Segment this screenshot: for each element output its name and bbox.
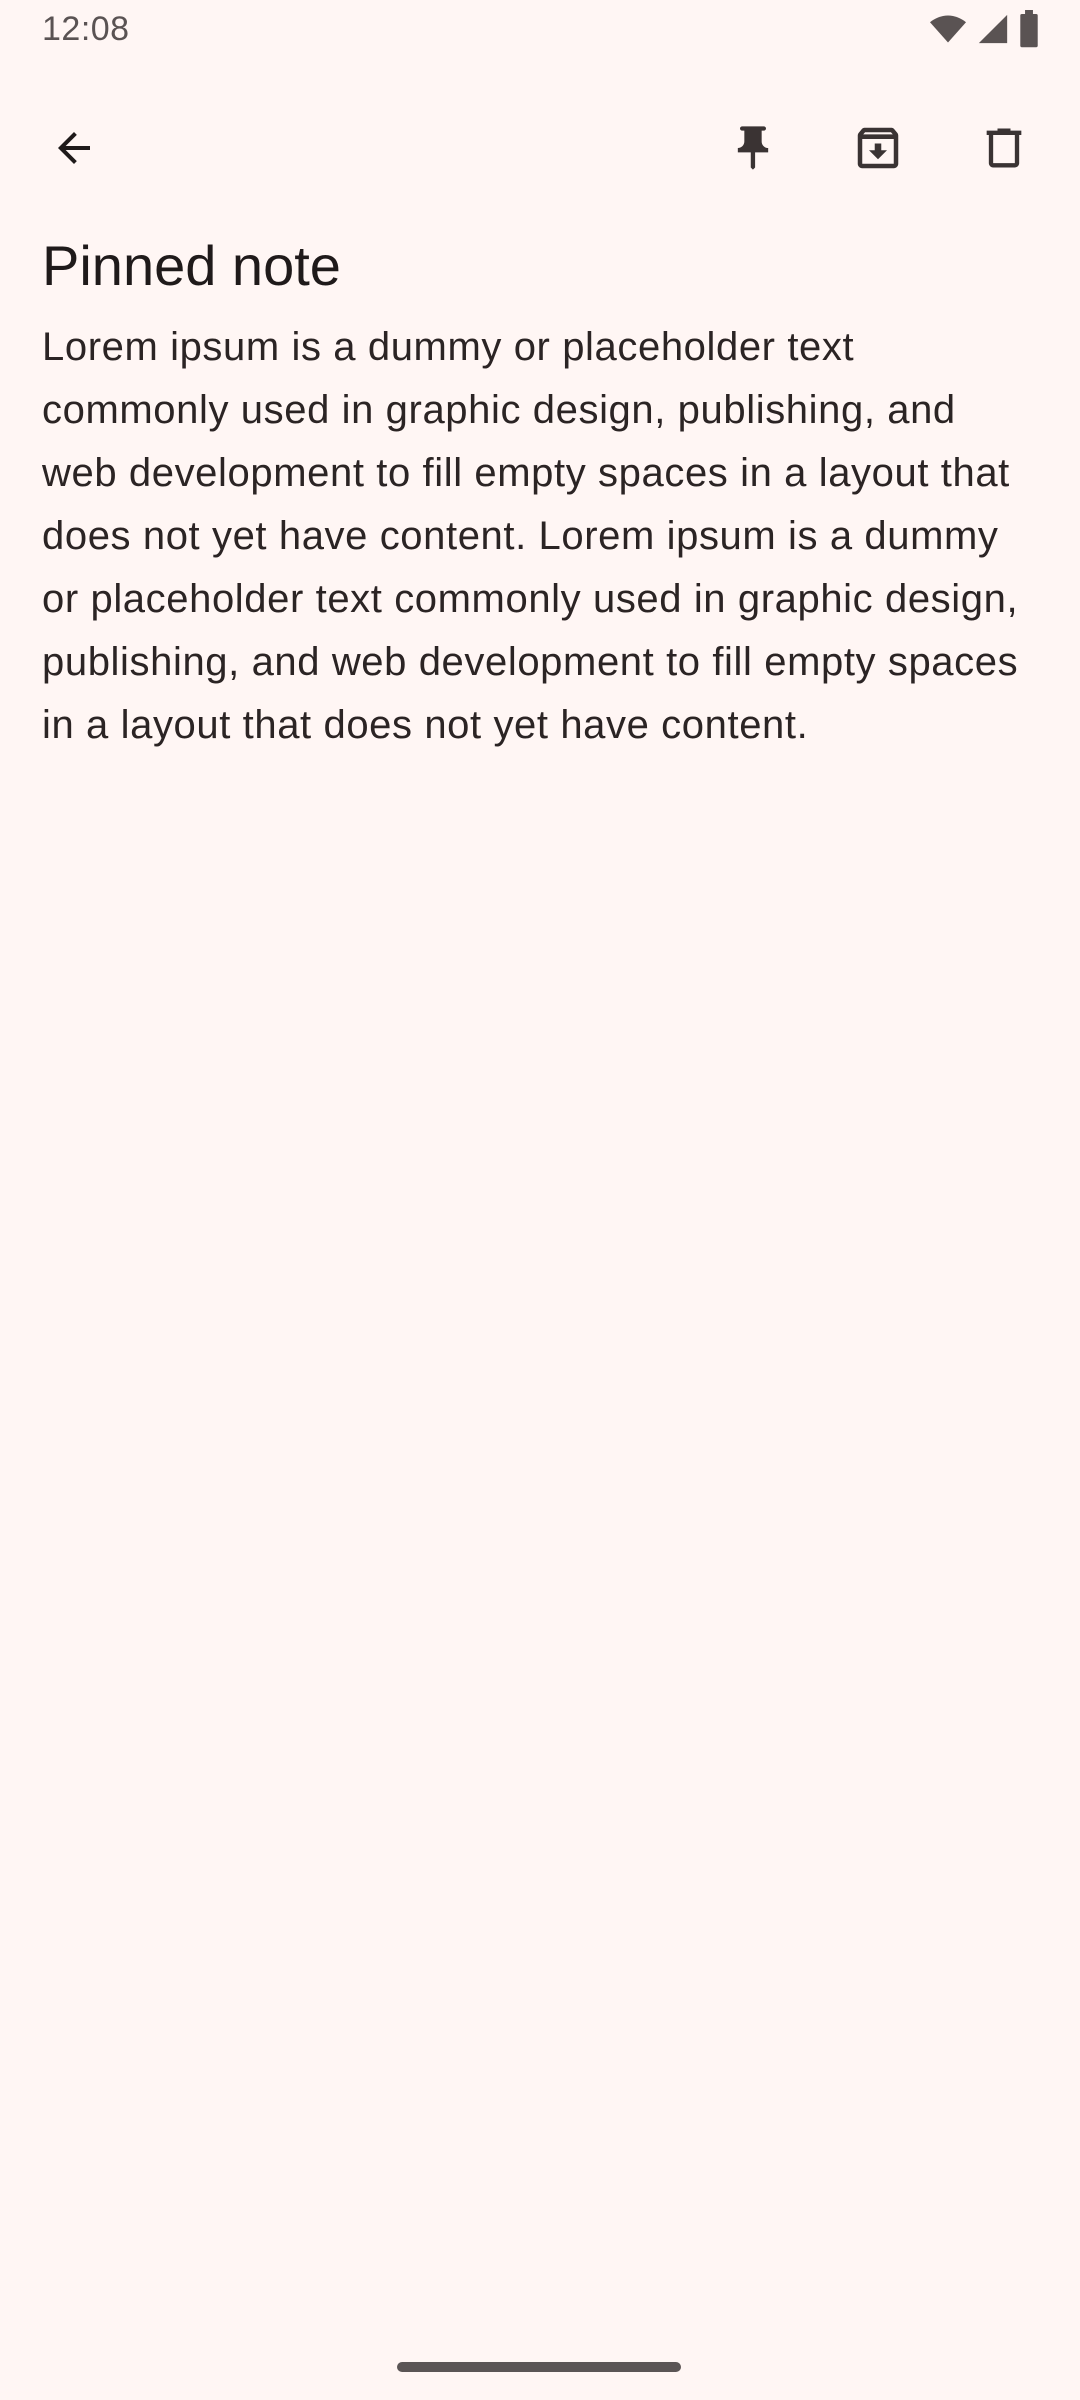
archive-icon: [851, 121, 905, 175]
pin-icon: [727, 122, 779, 174]
back-button[interactable]: [26, 100, 122, 196]
battery-icon: [1018, 10, 1040, 53]
status-icons: [928, 10, 1040, 53]
cellular-signal-icon: [976, 12, 1010, 51]
trash-icon: [978, 122, 1030, 174]
status-bar: 12:08: [0, 0, 1080, 64]
archive-button[interactable]: [830, 100, 926, 196]
note-title[interactable]: Pinned note: [42, 230, 1038, 302]
gesture-nav-handle[interactable]: [397, 2362, 681, 2372]
note-body[interactable]: Lorem ipsum is a dummy or placeholder te…: [42, 316, 1038, 757]
delete-button[interactable]: [956, 100, 1052, 196]
wifi-icon: [928, 11, 968, 52]
status-time: 12:08: [42, 10, 130, 48]
arrow-back-icon: [50, 124, 98, 172]
note-content: Pinned note Lorem ipsum is a dummy or pl…: [42, 230, 1038, 757]
top-app-bar: [0, 100, 1080, 196]
pin-button[interactable]: [705, 100, 801, 196]
